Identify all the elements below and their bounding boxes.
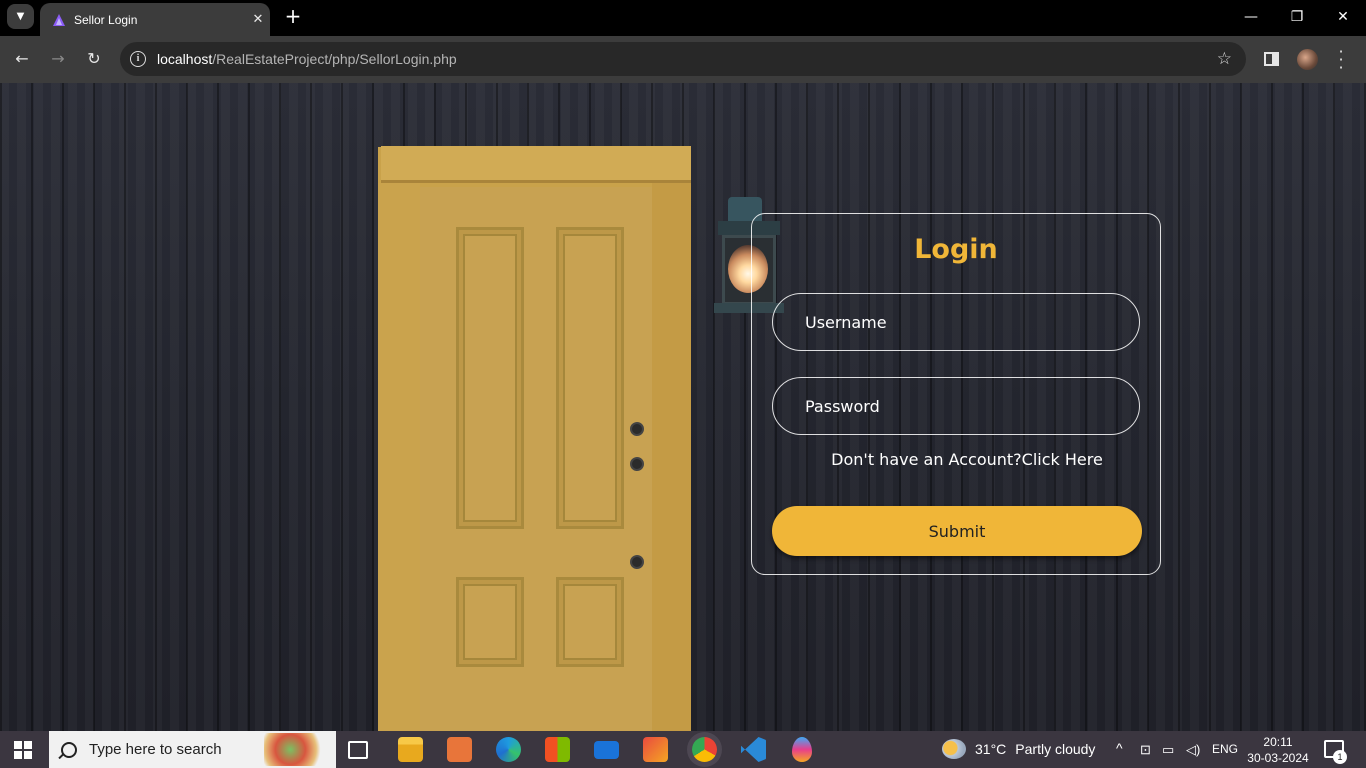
search-icon (61, 741, 77, 758)
close-window-button[interactable]: ✕ (1320, 5, 1366, 29)
door-knob (630, 422, 644, 436)
door-panel (556, 577, 624, 667)
door-leaf (420, 187, 652, 731)
store-icon[interactable] (545, 737, 570, 762)
browser-toolbar: ← → ↻ i localhost/RealEstateProject/php/… (0, 36, 1366, 83)
search-highlight-image (264, 733, 330, 766)
door-panel (556, 227, 624, 529)
signup-link[interactable]: Click Here (1022, 450, 1103, 469)
weather-widget[interactable]: 31°C Partly cloudy (942, 739, 1095, 759)
tab-search-button[interactable]: ▼ (7, 4, 34, 29)
back-icon[interactable]: ← (10, 47, 34, 71)
signup-prompt: Don't have an Account?Click Here (752, 450, 1182, 469)
taskbar-search[interactable]: Type here to search (49, 731, 336, 768)
door-jamb-left (378, 183, 420, 731)
file-explorer-icon[interactable] (398, 737, 423, 762)
meet-icon[interactable]: ⊡ (1140, 742, 1151, 758)
volume-icon[interactable]: ◁) (1186, 742, 1200, 758)
restore-button[interactable]: ❐ (1274, 5, 1320, 29)
clock-time: 20:11 (1263, 735, 1293, 749)
tab-title: Sellor Login (74, 12, 138, 27)
vscode-icon[interactable] (741, 737, 766, 762)
login-form: Login Don't have an Account?Click Here S… (751, 213, 1161, 575)
weather-temp: 31°C (975, 741, 1007, 757)
chrome-icon[interactable] (692, 737, 717, 762)
site-info-icon[interactable]: i (130, 51, 146, 67)
username-input[interactable] (772, 293, 1140, 351)
door-knob (630, 457, 644, 471)
windows-start-icon[interactable] (14, 741, 32, 759)
profile-avatar[interactable] (1297, 49, 1318, 70)
active-tab[interactable]: Sellor Login ✕ (40, 3, 270, 36)
chevron-up-icon[interactable]: ^ (1116, 740, 1123, 756)
notification-badge: 1 (1333, 750, 1347, 764)
menu-icon[interactable]: · · · (1334, 44, 1348, 76)
signup-prompt-text: Don't have an Account? (831, 450, 1022, 469)
minimize-button[interactable]: — (1228, 5, 1274, 29)
submit-button[interactable]: Submit (772, 506, 1142, 556)
battery-icon[interactable]: ▭ (1162, 742, 1174, 758)
door-jamb-right (652, 183, 691, 731)
tab-strip: ▼ Sellor Login ✕ + — ❐ ✕ (0, 0, 1366, 36)
partly-cloudy-icon (942, 739, 966, 759)
forward-icon[interactable]: → (46, 47, 70, 71)
side-panel-icon[interactable] (1264, 52, 1279, 66)
app-icon[interactable] (447, 737, 472, 762)
paint-icon[interactable] (643, 737, 668, 762)
url-host: localhost (157, 51, 213, 67)
clock[interactable]: 20:11 30-03-2024 (1240, 734, 1316, 766)
app-logo-icon (53, 13, 65, 26)
door-panel (456, 577, 524, 667)
weather-condition: Partly cloudy (1015, 741, 1096, 757)
edge-icon[interactable] (496, 737, 521, 762)
url-text[interactable]: localhost/RealEstateProject/php/SellorLo… (157, 51, 457, 67)
reload-icon[interactable]: ↻ (82, 47, 106, 71)
star-icon[interactable]: ☆ (1217, 49, 1232, 69)
url-path: /RealEstateProject/php/SellorLogin.php (212, 51, 457, 67)
drop-icon[interactable] (792, 737, 812, 762)
new-tab-button[interactable]: + (282, 5, 304, 27)
search-placeholder: Type here to search (89, 741, 222, 758)
door-panel (456, 227, 524, 529)
address-bar[interactable]: i localhost/RealEstateProject/php/Sellor… (120, 42, 1246, 76)
task-view-icon[interactable] (348, 741, 368, 759)
close-tab-icon[interactable]: ✕ (246, 12, 270, 27)
language-indicator[interactable]: ENG (1212, 742, 1238, 756)
mail-icon[interactable] (594, 741, 619, 759)
login-title: Login (914, 234, 998, 265)
password-input[interactable] (772, 377, 1140, 435)
door-lintel (381, 146, 691, 183)
page-viewport: Login Don't have an Account?Click Here S… (0, 83, 1366, 731)
door-knob (630, 555, 644, 569)
taskbar: Type here to search 31°C Partly cloudy ^… (0, 731, 1366, 768)
clock-date: 30-03-2024 (1247, 751, 1309, 765)
